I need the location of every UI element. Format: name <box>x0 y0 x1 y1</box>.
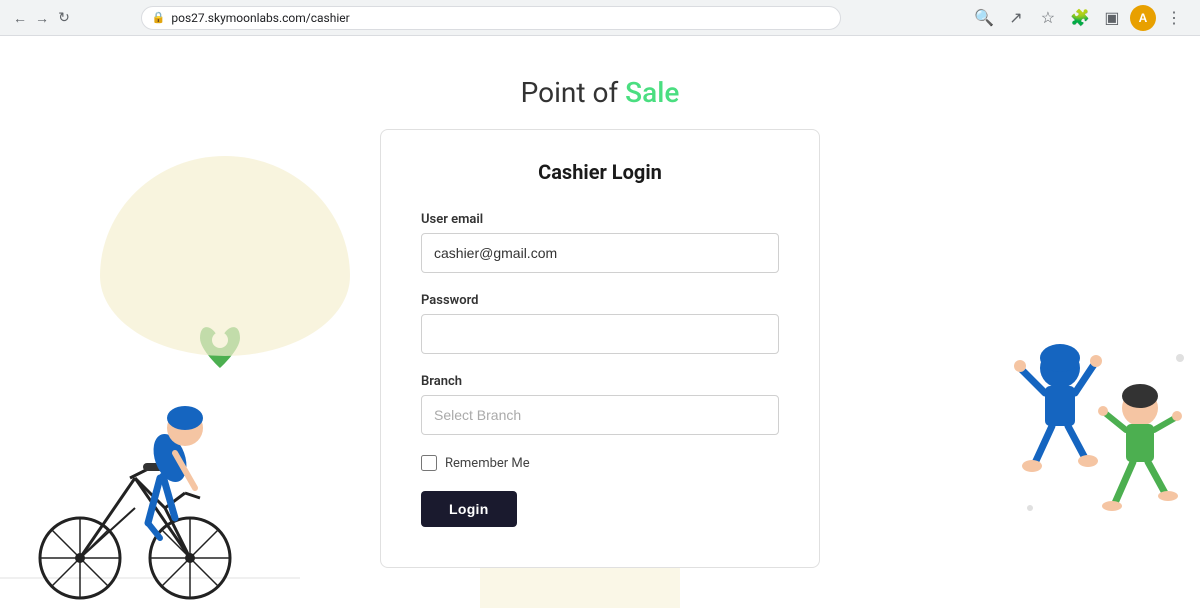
reload-button[interactable]: ↻ <box>56 10 72 26</box>
sidebar-button[interactable]: ▣ <box>1098 4 1126 32</box>
address-bar[interactable]: 🔒 pos27.skymoonlabs.com/cashier <box>141 6 841 30</box>
remember-me-group: Remember Me <box>421 455 779 471</box>
bookmark-button[interactable]: ☆ <box>1034 4 1062 32</box>
email-input[interactable] <box>421 233 779 273</box>
password-input[interactable] <box>421 314 779 354</box>
remember-me-checkbox[interactable] <box>421 455 437 471</box>
zoom-button[interactable]: 🔍 <box>970 4 998 32</box>
password-group: Password <box>421 293 779 354</box>
forward-button[interactable]: → <box>34 10 50 26</box>
profile-button[interactable]: A <box>1130 5 1156 31</box>
page-title-prefix: Point of <box>521 76 625 109</box>
login-card: Cashier Login User email Password Branch… <box>380 129 820 568</box>
email-group: User email <box>421 212 779 273</box>
page-title: Point of Sale <box>521 76 680 109</box>
lock-icon: 🔒 <box>152 11 166 24</box>
decorative-blob-left <box>100 156 350 356</box>
branch-label: Branch <box>421 374 779 389</box>
branch-group: Branch <box>421 374 779 435</box>
browser-chrome: ← → ↻ 🔒 pos27.skymoonlabs.com/cashier 🔍 … <box>0 0 1200 36</box>
password-label: Password <box>421 293 779 308</box>
url-text: pos27.skymoonlabs.com/cashier <box>171 11 349 25</box>
login-card-title: Cashier Login <box>421 160 779 184</box>
login-button[interactable]: Login <box>421 491 517 527</box>
share-button[interactable]: ↗ <box>1002 4 1030 32</box>
illustration-right <box>1000 308 1200 608</box>
branch-input[interactable] <box>421 395 779 435</box>
email-label: User email <box>421 212 779 227</box>
menu-button[interactable]: ⋮ <box>1160 4 1188 32</box>
remember-me-label[interactable]: Remember Me <box>445 456 530 471</box>
page-content: Point of Sale Cashier Login User email P… <box>0 36 1200 608</box>
extensions-button[interactable]: 🧩 <box>1066 4 1094 32</box>
back-button[interactable]: ← <box>12 10 28 26</box>
browser-action-buttons: 🔍 ↗ ☆ 🧩 ▣ A ⋮ <box>970 4 1188 32</box>
browser-nav-controls: ← → ↻ <box>12 10 72 26</box>
page-title-highlight: Sale <box>625 76 679 109</box>
